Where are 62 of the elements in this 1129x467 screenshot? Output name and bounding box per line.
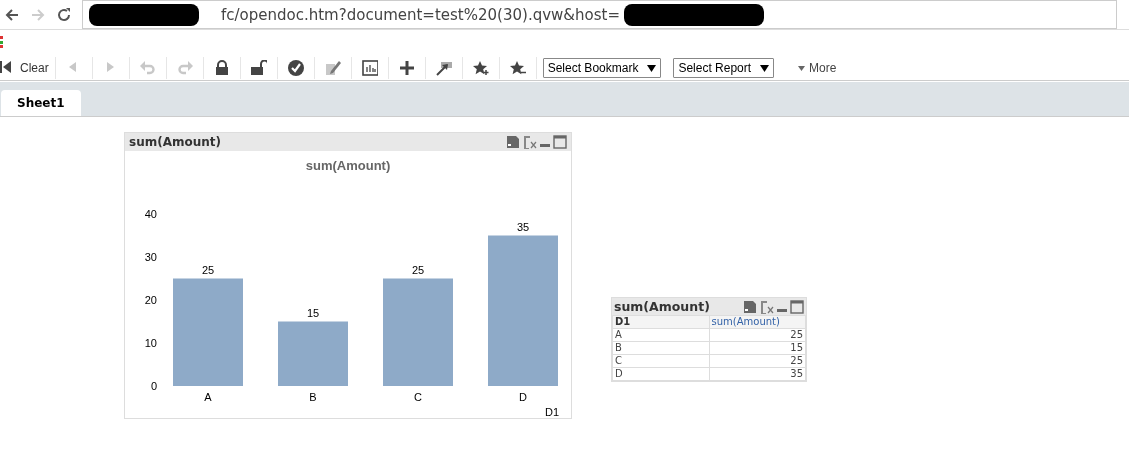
redo-icon	[176, 60, 193, 76]
minimize-icon	[540, 144, 550, 147]
back-arrow-icon	[4, 6, 20, 23]
y-tick-label: 10	[144, 337, 157, 349]
undo-icon	[139, 60, 156, 76]
dropdown-arrow-icon	[647, 64, 657, 72]
sheet-tab[interactable]: Sheet1	[1, 90, 81, 116]
table-cell: A	[612, 328, 709, 342]
star-plus-icon	[472, 60, 489, 76]
export-icon	[523, 135, 537, 149]
data-label: 15	[306, 306, 320, 319]
reload-button[interactable]	[56, 6, 72, 23]
printer-icon	[506, 135, 520, 149]
dropdown-arrow-icon	[760, 64, 770, 72]
table-cell: 25	[709, 328, 806, 342]
arrow-icon	[435, 60, 452, 76]
column-header[interactable]: sum(Amount)	[709, 315, 806, 329]
y-tick-label: 0	[150, 380, 157, 392]
chart-caption: sum(Amount)	[129, 135, 221, 149]
dropdown[interactable]: Select Bookmark	[542, 58, 662, 78]
x-tick-label: D	[519, 391, 527, 403]
star-minus-icon	[509, 60, 526, 76]
forward-arrow-icon	[30, 6, 46, 23]
plus-icon	[398, 60, 415, 76]
data-label: 35	[516, 220, 530, 233]
chart-title: sum(Amount)	[305, 158, 391, 173]
export-icon	[760, 299, 774, 314]
lock-icon	[213, 60, 230, 76]
dropdown-arrow-icon	[798, 65, 806, 71]
table-caption: sum(Amount)	[614, 299, 710, 314]
more-button[interactable]: More	[788, 57, 847, 79]
y-tick-label: 30	[144, 251, 157, 263]
maximize-icon	[553, 135, 567, 149]
pencil-icon	[324, 60, 341, 76]
y-tick-label: 40	[144, 208, 157, 220]
clear-button[interactable]: Clear	[0, 57, 56, 79]
printer-icon	[743, 299, 757, 314]
table-cell: C	[612, 354, 709, 368]
data-label: 25	[201, 263, 215, 276]
x-axis-label: D1	[544, 406, 559, 418]
bar-chart-icon	[361, 60, 378, 76]
table-cell: B	[612, 341, 709, 355]
checkmark-icon	[287, 60, 304, 76]
x-tick-label: B	[309, 391, 317, 403]
x-tick-label: C	[414, 391, 422, 403]
table-cell: 15	[709, 341, 806, 355]
dropdown[interactable]: Select Report	[673, 58, 775, 78]
data-label: 25	[411, 263, 425, 276]
reload-icon	[56, 6, 72, 23]
address-bar[interactable]: fc/opendoc.htm?document=test%20(30).qvw&host=	[82, 0, 1117, 29]
x-tick-label: A	[204, 391, 212, 403]
table-cell: 35	[709, 367, 806, 381]
table-cell: D	[612, 367, 709, 381]
unlocked-padlock-icon	[250, 60, 267, 76]
app-logo-icon	[0, 36, 3, 48]
y-tick-label: 20	[144, 294, 157, 306]
maximize-icon	[790, 299, 804, 314]
url-text: fc/opendoc.htm?document=test%20(30).qvw&host=	[221, 5, 620, 24]
minimize-icon	[777, 308, 787, 312]
column-header[interactable]: D1	[612, 315, 709, 329]
back-button[interactable]	[4, 6, 20, 23]
table-cell: 25	[709, 354, 806, 368]
